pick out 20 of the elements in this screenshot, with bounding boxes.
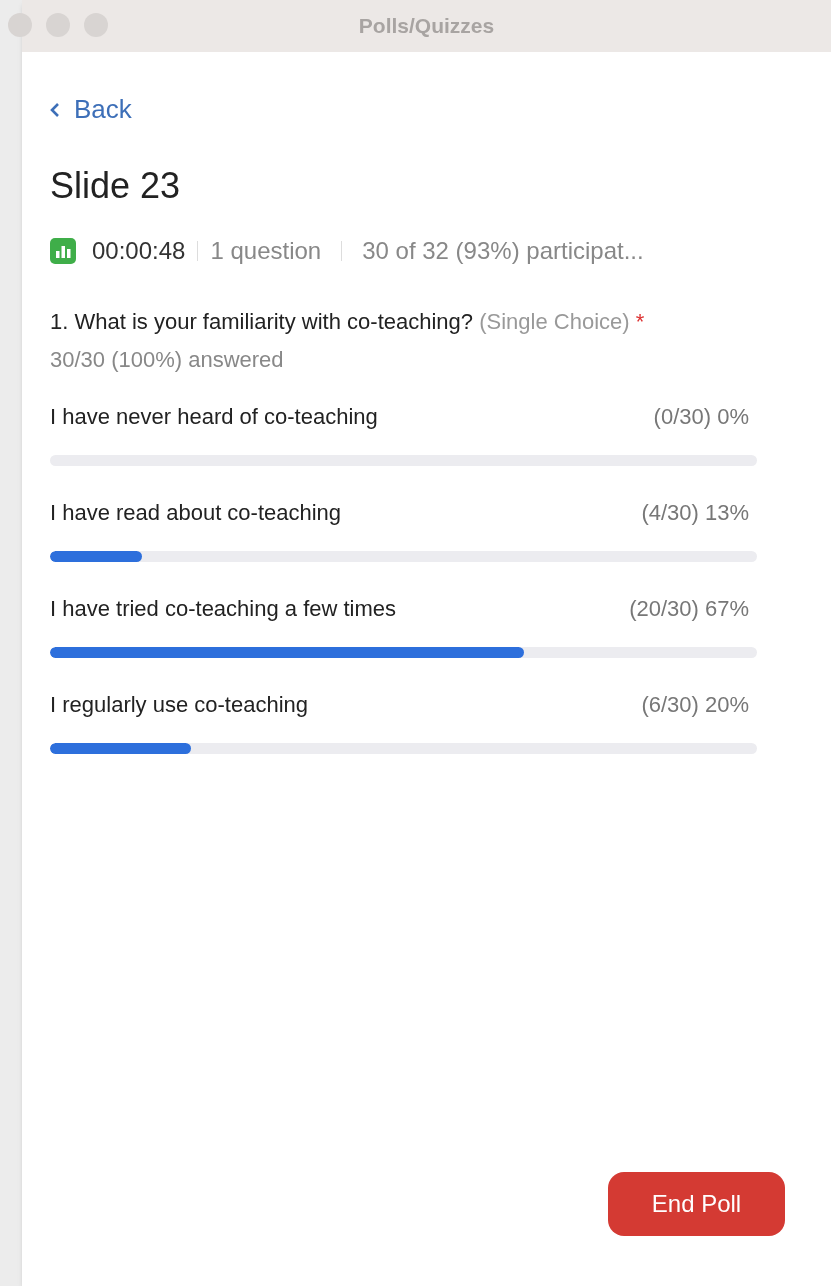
option-result: (4/30) 13%: [641, 499, 749, 527]
option-result: (20/30) 67%: [629, 595, 749, 623]
end-poll-button[interactable]: End Poll: [608, 1172, 785, 1236]
bar-chart-icon: [50, 238, 76, 264]
answered-count: 30/30 (100%) answered: [50, 346, 285, 374]
window-title: Polls/Quizzes: [358, 13, 495, 40]
option-label: I have tried co-teaching a few times: [50, 595, 397, 623]
slide-title: Slide 23: [50, 164, 182, 208]
option-result: (0/30) 0%: [653, 403, 749, 431]
option-label: I regularly use co-teaching: [50, 691, 309, 719]
option-label: I have never heard of co-teaching: [50, 403, 378, 431]
option-result: (6/30) 20%: [641, 691, 749, 719]
participation-count: 30 of 32 (93%) participat...: [362, 236, 644, 266]
poll-timer: 00:00:48: [92, 236, 186, 266]
option-label: I have read about co-teaching: [50, 499, 342, 527]
window-control-icon[interactable]: [8, 13, 32, 37]
chevron-left-icon: [50, 101, 60, 118]
back-button[interactable]: Back: [50, 90, 132, 129]
question-text: 1. What is your familiarity with co-teaching? (Single Choice) *: [50, 308, 646, 336]
question-count: 1 question: [210, 236, 322, 266]
